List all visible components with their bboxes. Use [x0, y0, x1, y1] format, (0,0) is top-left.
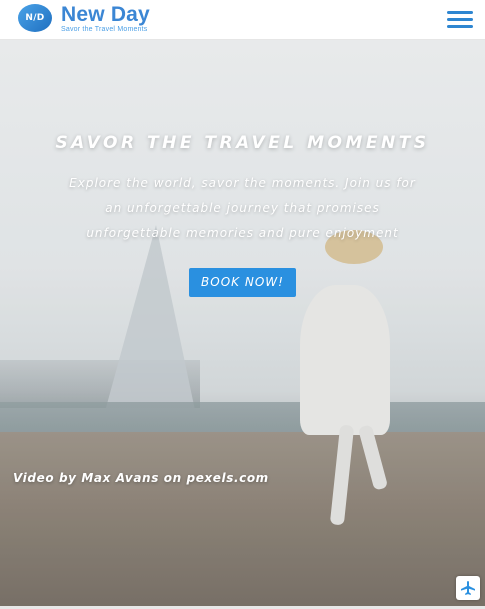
hero-content: SAVOR THE TRAVEL MOMENTS Explore the wor…	[0, 133, 485, 297]
airplane-icon	[461, 581, 475, 595]
logo-name: New Day	[61, 2, 150, 26]
book-now-button[interactable]: BOOK NOW!	[189, 268, 296, 297]
hamburger-bar-bottom	[447, 25, 473, 28]
hamburger-bar-top	[447, 11, 473, 14]
credit-prefix: Video by	[13, 471, 77, 485]
hero-overlay	[0, 40, 485, 606]
navbar: N/D New Day Savor the Travel Moments	[0, 0, 485, 40]
logo-badge: N/D	[18, 4, 52, 32]
scroll-to-top-button[interactable]	[456, 576, 480, 600]
brand-logo[interactable]: N/D New Day Savor the Travel Moments	[18, 3, 150, 33]
video-credit: Video by Max Avans on pexels.com	[13, 471, 269, 485]
logo-tagline: Savor the Travel Moments	[61, 25, 148, 33]
credit-on: on	[163, 471, 182, 485]
credit-author-link[interactable]: Max Avans	[81, 471, 159, 485]
hamburger-menu-icon[interactable]	[447, 9, 473, 29]
hero-title: SAVOR THE TRAVEL MOMENTS	[55, 133, 430, 153]
credit-site-link[interactable]: pexels.com	[187, 471, 269, 485]
hero-description: Explore the world, savor the moments. Jo…	[69, 176, 416, 240]
logo-text: New Day Savor the Travel Moments	[61, 4, 150, 33]
hamburger-bar-middle	[447, 18, 473, 21]
hero-section: SAVOR THE TRAVEL MOMENTS Explore the wor…	[0, 40, 485, 606]
